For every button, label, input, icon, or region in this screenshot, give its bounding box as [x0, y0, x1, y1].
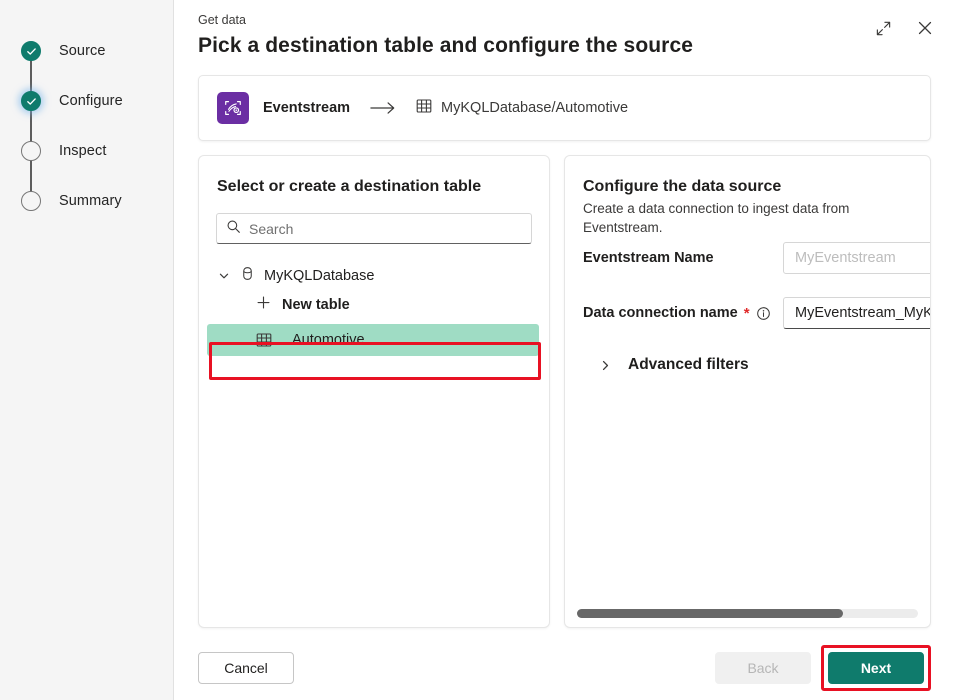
horizontal-scrollbar[interactable]	[577, 609, 918, 618]
wizard-rail: Source Configure Inspect Summary	[0, 0, 174, 700]
tree-item-database[interactable]: MyKQLDatabase	[199, 261, 549, 290]
right-panel-description: Create a data connection to ingest data …	[565, 196, 930, 237]
field-label: Data connection name *	[583, 305, 783, 321]
expand-icon[interactable]	[869, 14, 897, 42]
dialog-footer: Cancel Back Next	[174, 636, 955, 700]
close-icon[interactable]	[911, 14, 939, 42]
wizard-step-configure[interactable]: Configure	[0, 76, 173, 126]
left-panel-heading: Select or create a destination table	[199, 156, 549, 196]
field-label-text: Data connection name	[583, 305, 738, 321]
chevron-down-icon[interactable]	[217, 270, 231, 282]
step-status-done-icon	[21, 41, 41, 61]
highlight-box-next-button: Next	[821, 645, 931, 691]
tree-item-label: MyKQLDatabase	[264, 268, 374, 284]
field-label: Eventstream Name	[583, 250, 783, 266]
arrow-right-icon	[370, 101, 396, 115]
wizard-step-summary[interactable]: Summary	[0, 176, 173, 226]
destination-table-panel: Select or create a destination table	[198, 155, 550, 628]
database-icon	[240, 266, 255, 285]
page-title: Pick a destination table and configure t…	[198, 31, 931, 61]
eventstream-icon	[217, 92, 249, 124]
data-connection-name-input[interactable]: MyEventstream_MyKQ	[783, 297, 931, 329]
config-form: Eventstream Name MyEventstream Data conn…	[565, 242, 931, 352]
step-status-pending-icon	[21, 141, 41, 161]
field-data-connection-name: Data connection name * MyEventstream_MyK	[583, 297, 931, 329]
destination-label: MyKQLDatabase/Automotive	[441, 100, 628, 116]
wizard-step-label: Summary	[59, 193, 122, 209]
eventstream-name-input: MyEventstream	[783, 242, 931, 274]
advanced-filters-toggle[interactable]: Advanced filters	[599, 356, 749, 374]
window-actions	[869, 14, 939, 42]
scrollbar-thumb[interactable]	[577, 609, 843, 618]
wizard-step-label: Configure	[59, 93, 123, 109]
tree-item-automotive[interactable]: Automotive	[207, 324, 539, 356]
table-icon	[256, 332, 272, 348]
tree-item-label: Automotive	[292, 332, 365, 348]
step-status-pending-icon	[21, 191, 41, 211]
search-box[interactable]	[216, 213, 532, 244]
advanced-filters-label: Advanced filters	[628, 356, 749, 374]
cancel-button[interactable]: Cancel	[198, 652, 294, 684]
source-label: Eventstream	[263, 100, 350, 116]
step-status-current-icon	[21, 91, 41, 111]
dialog-body: Get data Pick a destination table and co…	[174, 0, 955, 700]
dialog-header: Get data Pick a destination table and co…	[174, 0, 955, 61]
table-icon	[416, 98, 432, 118]
chevron-right-icon	[599, 359, 612, 372]
tree-item-new-table[interactable]: New table	[199, 290, 549, 319]
next-button[interactable]: Next	[828, 652, 924, 684]
right-panel-heading: Configure the data source	[565, 156, 930, 196]
destination-table-tree: MyKQLDatabase New table	[199, 261, 549, 356]
get-data-dialog: Source Configure Inspect Summary	[0, 0, 955, 700]
field-eventstream-name: Eventstream Name MyEventstream	[583, 242, 931, 274]
search-input[interactable]	[249, 221, 522, 237]
wizard-step-inspect[interactable]: Inspect	[0, 126, 173, 176]
field-label-text: Eventstream Name	[583, 250, 714, 266]
footer-primary-actions: Back Next	[715, 645, 931, 691]
data-source-config-panel: Configure the data source Create a data …	[564, 155, 931, 628]
plus-icon	[256, 295, 271, 314]
source-destination-card: Eventstream MyKQLDatabase/Automotive	[198, 75, 931, 141]
dialog-eyebrow: Get data	[198, 12, 931, 29]
required-asterisk: *	[744, 306, 750, 321]
wizard-steps: Source Configure Inspect Summary	[0, 26, 173, 226]
panels-container: Select or create a destination table	[198, 155, 931, 636]
wizard-step-label: Source	[59, 43, 106, 59]
back-button: Back	[715, 652, 811, 684]
wizard-step-source[interactable]: Source	[0, 26, 173, 76]
search-icon	[226, 219, 241, 239]
info-icon[interactable]	[756, 306, 771, 321]
tree-item-label: New table	[282, 297, 350, 313]
wizard-step-label: Inspect	[59, 143, 106, 159]
destination-breadcrumb: MyKQLDatabase/Automotive	[416, 98, 628, 118]
